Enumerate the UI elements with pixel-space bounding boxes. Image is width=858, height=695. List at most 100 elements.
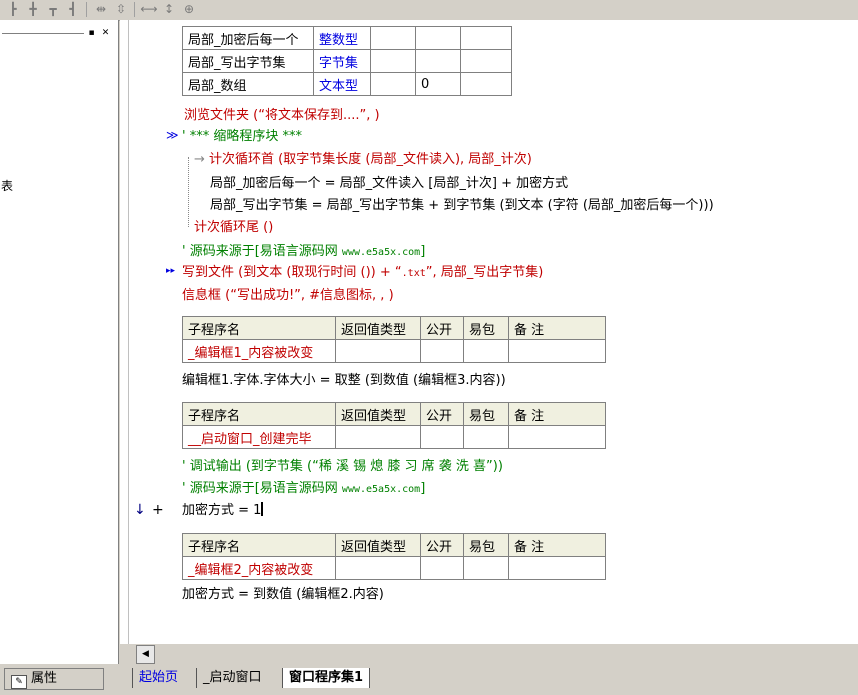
code-line-msgbox[interactable]: 信息框 (“写出成功!”, #信息图标, , ) <box>182 287 394 305</box>
same-size-icon[interactable]: ⊕ <box>180 1 198 17</box>
col-return-type: 返回值类型 <box>335 316 421 340</box>
align-top-icon[interactable]: ┳ <box>44 1 62 17</box>
current-line-arrow-icon: ↓ <box>134 502 146 518</box>
col-return-type: 返回值类型 <box>335 533 421 557</box>
run-marker-icon[interactable]: ▸▸ <box>166 266 175 276</box>
var-cell[interactable] <box>370 26 416 50</box>
left-panel: ▪ ✕ 表 <box>0 20 119 664</box>
col-public: 公开 <box>420 533 464 557</box>
tab-start-page[interactable]: 起始页 <box>132 668 178 688</box>
assign-text: 加密方式 = 1 <box>182 503 262 518</box>
comment-text: ] <box>420 481 426 496</box>
var-name[interactable]: 局部_写出字节集 <box>182 49 314 73</box>
col-easy-pack: 易包 <box>463 533 509 557</box>
table-row: 局部_数组 文本型 0 <box>182 72 512 96</box>
code-line-source-2[interactable]: ' 源码来源于[易语言源码网 www.e5a5x.com] <box>182 480 425 499</box>
col-easy-pack: 易包 <box>463 402 509 426</box>
editor-gutter <box>120 20 129 644</box>
var-cell[interactable]: 0 <box>415 72 461 96</box>
col-sub-name: 子程序名 <box>182 316 336 340</box>
var-name[interactable]: 局部_数组 <box>182 72 314 96</box>
sub-cell[interactable] <box>463 425 509 449</box>
code-line-source-1[interactable]: ' 源码来源于[易语言源码网 www.e5a5x.com] <box>182 243 425 262</box>
col-note: 备 注 <box>508 316 606 340</box>
code-line-collapsed[interactable]: ' *** 缩略程序块 *** <box>182 128 302 146</box>
space-horizontal-icon[interactable]: ⇹ <box>92 1 110 17</box>
restore-icon[interactable]: ▪ <box>86 28 97 38</box>
var-name[interactable]: 局部_加密后每一个 <box>182 26 314 50</box>
table-row: _编辑框1_内容被改变 <box>182 339 606 363</box>
var-cell[interactable] <box>370 72 416 96</box>
code-line-loop-body-2[interactable]: 局部_写出字节集 = 局部_写出字节集 + 到字节集 (到文本 (字符 (局部_… <box>210 197 714 215</box>
code-line-loop-body-1[interactable]: 局部_加密后每一个 = 局部_文件读入 [局部_计次] + 加密方式 <box>210 175 568 193</box>
code-line-loop-end[interactable]: 计次循环尾 () <box>194 219 273 237</box>
collapse-marker-icon[interactable]: ≫ <box>166 128 179 142</box>
var-cell[interactable] <box>460 72 512 96</box>
table-row: __启动窗口_创建完毕 <box>182 425 606 449</box>
code-line-fontsize[interactable]: 编辑框1.字体.字体大小 = 取整 (到数值 (编辑框3.内容)) <box>182 372 506 390</box>
sub-cell[interactable] <box>420 425 464 449</box>
align-left-icon[interactable]: ┣ <box>4 1 22 17</box>
toolbar: ┣ ╋ ┳ ┫ ⇹ ⇳ ⟷ ↕ ⊕ <box>0 0 858 21</box>
col-note: 备 注 <box>508 533 606 557</box>
add-line-icon[interactable]: + <box>152 502 164 518</box>
comment-text: ] <box>420 244 426 259</box>
table-header-row: 子程序名 返回值类型 公开 易包 备 注 <box>182 316 606 340</box>
sub-table: 子程序名 返回值类型 公开 易包 备 注 _编辑框2_内容被改变 <box>182 533 606 580</box>
comment-text: ' 源码来源于[易语言源码网 <box>182 244 342 259</box>
col-sub-name: 子程序名 <box>182 533 336 557</box>
space-vertical-icon[interactable]: ⇳ <box>112 1 130 17</box>
sub-cell[interactable] <box>463 556 509 580</box>
col-note: 备 注 <box>508 402 606 426</box>
var-type[interactable]: 文本型 <box>313 72 371 96</box>
table-header-row: 子程序名 返回值类型 公开 易包 备 注 <box>182 402 606 426</box>
tab-startup-window[interactable]: _启动窗口 <box>196 668 262 688</box>
align-center-icon[interactable]: ╋ <box>24 1 42 17</box>
code-line-assign-1[interactable]: 加密方式 = 1 <box>182 502 264 520</box>
properties-button[interactable]: ✎ 属性 <box>4 668 104 690</box>
sub-name[interactable]: _编辑框2_内容被改变 <box>182 556 336 580</box>
loop-arrow-icon: → <box>194 152 210 167</box>
sub-cell[interactable] <box>508 339 606 363</box>
comment-url: www.e5a5x.com <box>341 247 421 258</box>
sub-cell[interactable] <box>335 556 421 580</box>
write-file-text: ”, 局部_写出字节集) <box>425 265 544 280</box>
tab-window-assembly[interactable]: 窗口程序集1 <box>282 668 371 688</box>
align-right-icon[interactable]: ┫ <box>64 1 82 17</box>
var-cell[interactable] <box>370 49 416 73</box>
sub-cell[interactable] <box>335 425 421 449</box>
var-cell[interactable] <box>460 49 512 73</box>
sub-cell[interactable] <box>508 425 606 449</box>
var-type[interactable]: 字节集 <box>313 49 371 73</box>
comment-url: www.e5a5x.com <box>341 484 421 495</box>
code-editor[interactable]: 局部_加密后每一个 整数型 局部_写出字节集 字节集 局部_数组 文本型 0 浏… <box>120 20 858 644</box>
horizontal-scrollbar[interactable]: ◀ <box>128 644 858 664</box>
var-cell[interactable] <box>460 26 512 50</box>
col-easy-pack: 易包 <box>463 316 509 340</box>
sub-cell[interactable] <box>508 556 606 580</box>
code-line-loop-start[interactable]: → 计次循环首 (取字节集长度 (局部_文件读入), 局部_计次) <box>194 151 532 169</box>
sub-name[interactable]: _编辑框1_内容被改变 <box>182 339 336 363</box>
close-icon[interactable]: ✕ <box>100 28 111 38</box>
table-row: 局部_加密后每一个 整数型 <box>182 26 512 50</box>
sub-cell[interactable] <box>420 339 464 363</box>
var-cell[interactable] <box>415 49 461 73</box>
tab-label: _启动窗口 <box>203 670 262 685</box>
col-public: 公开 <box>420 402 464 426</box>
var-type[interactable]: 整数型 <box>313 26 371 50</box>
code-line-debug[interactable]: ' 调试输出 (到字节集 (“稀 溪 锡 熄 膝 习 席 袭 洗 喜”)) <box>182 458 503 476</box>
code-line-write-file[interactable]: 写到文件 (到文本 (取现行时间 ()) + “.txt”, 局部_写出字节集) <box>182 264 543 283</box>
same-width-icon[interactable]: ⟷ <box>140 1 158 17</box>
var-cell[interactable] <box>415 26 461 50</box>
scroll-left-icon[interactable]: ◀ <box>136 645 155 664</box>
toolbar-separator <box>86 2 87 17</box>
sub-cell[interactable] <box>420 556 464 580</box>
code-line-browse[interactable]: 浏览文件夹 (“将文本保存到....”, ) <box>184 107 380 125</box>
toolbar-separator <box>134 2 135 17</box>
scroll-track[interactable] <box>174 645 858 662</box>
same-height-icon[interactable]: ↕ <box>160 1 178 17</box>
sub-cell[interactable] <box>463 339 509 363</box>
code-line-assign-2[interactable]: 加密方式 = 到数值 (编辑框2.内容) <box>182 586 384 604</box>
sub-name[interactable]: __启动窗口_创建完毕 <box>182 425 336 449</box>
sub-cell[interactable] <box>335 339 421 363</box>
